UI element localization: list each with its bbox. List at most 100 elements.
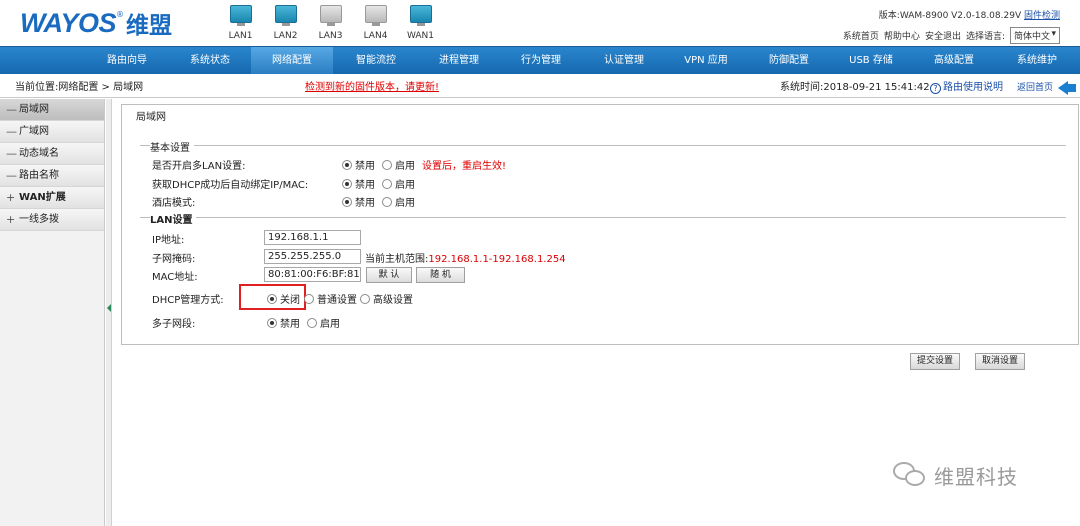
status-bar: 当前位置:网络配置 > 局域网 检测到新的固件版本，请更新! 系统时间:2018… xyxy=(0,78,1080,98)
sidebar-item-ddns[interactable]: — 动态域名 xyxy=(0,143,104,165)
port-lan3: LAN3 xyxy=(308,3,353,41)
sidebar-item-multi-dial[interactable]: + 一线多拨 xyxy=(0,209,104,231)
sidebar-splitter[interactable] xyxy=(106,99,112,526)
wechat-icon xyxy=(893,460,927,490)
sidebar-item-label: 广域网 xyxy=(19,125,49,137)
nav-auth-mgmt[interactable]: 认证管理 xyxy=(585,47,663,74)
back-arrow-tail-icon xyxy=(1068,84,1076,92)
cancel-button[interactable]: 取消设置 xyxy=(975,353,1025,370)
dhcp-off-radio[interactable]: 关闭 xyxy=(267,291,300,306)
sidebar-item-wan[interactable]: — 广域网 xyxy=(0,121,104,143)
dhcp-bind-disable-radio[interactable]: 禁用 xyxy=(342,176,375,191)
version-row: 版本:WAM-8900 V2.0-18.08.29V 固件检测 xyxy=(843,8,1060,22)
sidebar-item-wan-extend[interactable]: + WAN扩展 xyxy=(0,187,104,209)
ip-address-input[interactable]: 192.168.1.1 xyxy=(264,230,361,245)
nav-maintenance[interactable]: 系统维护 xyxy=(998,47,1076,74)
port-label: LAN2 xyxy=(273,31,298,41)
port-label: WAN1 xyxy=(406,31,435,41)
port-status-bar: LAN1 LAN2 LAN3 LAN4 WAN1 xyxy=(218,3,443,41)
port-label: LAN1 xyxy=(228,31,253,41)
firmware-update-alert[interactable]: 检测到新的固件版本，请更新! xyxy=(305,78,439,98)
nav-vpn[interactable]: VPN 应用 xyxy=(667,47,745,74)
ethernet-port-icon xyxy=(364,5,387,26)
radio-label: 启用 xyxy=(395,161,415,172)
radio-checked-icon xyxy=(267,317,277,328)
hotel-mode-disable-radio[interactable]: 禁用 xyxy=(342,194,375,209)
sidebar-item-label: 路由名称 xyxy=(19,169,59,181)
logout-link[interactable]: 安全退出 xyxy=(925,29,961,42)
radio-unchecked-icon xyxy=(307,317,317,328)
panel-title: 局域网 xyxy=(136,112,166,123)
radio-unchecked-icon xyxy=(382,178,392,189)
nav-behavior-mgmt[interactable]: 行为管理 xyxy=(502,47,580,74)
nav-process-mgmt[interactable]: 进程管理 xyxy=(420,47,498,74)
collapse-icon: — xyxy=(6,168,17,182)
radio-unchecked-icon xyxy=(304,293,314,304)
wayos-logo[interactable]: WAYOS ® 维盟 xyxy=(20,7,172,40)
help-center-link[interactable]: 帮助中心 xyxy=(884,29,920,42)
back-arrow-icon[interactable] xyxy=(1058,81,1068,95)
home-link[interactable]: 系统首页 xyxy=(843,29,879,42)
choose-language-label: 选择语言: xyxy=(965,32,1005,42)
mac-address-input[interactable]: 80:81:00:F6:BF:81 xyxy=(264,267,361,282)
nav-advanced[interactable]: 高级配置 xyxy=(915,47,993,74)
sidebar-item-lan[interactable]: — 局域网 xyxy=(0,99,104,121)
radio-label: 禁用 xyxy=(355,161,375,172)
sidebar: — 局域网 — 广域网 — 动态域名 — 路由名称 + WAN扩展 + 一线多拨 xyxy=(0,99,105,526)
multi-subnet-disable-radio[interactable]: 禁用 xyxy=(267,315,300,330)
port-label: LAN3 xyxy=(318,31,343,41)
nav-defense[interactable]: 防御配置 xyxy=(750,47,828,74)
subnet-mask-label: 子网掩码: xyxy=(152,254,196,265)
mac-default-button[interactable]: 默 认 xyxy=(366,267,412,283)
sidebar-item-label: 一线多拨 xyxy=(19,213,59,225)
host-range: 当前主机范围:192.168.1.1-192.168.1.254 xyxy=(365,250,566,265)
radio-checked-icon xyxy=(342,178,352,189)
nav-smart-flow[interactable]: 智能流控 xyxy=(337,47,415,74)
firmware-check-link[interactable]: 固件检测 xyxy=(1024,11,1060,21)
multi-subnet-enable-radio[interactable]: 启用 xyxy=(307,315,340,330)
dhcp-bind-enable-radio[interactable]: 启用 xyxy=(382,176,415,191)
radio-label: 启用 xyxy=(320,319,340,330)
multi-subnet-label: 多子网段: xyxy=(152,319,196,330)
ethernet-port-icon xyxy=(229,5,252,26)
radio-label: 高级设置 xyxy=(373,295,413,306)
hotel-mode-enable-radio[interactable]: 启用 xyxy=(382,194,415,209)
collapse-arrow-icon[interactable] xyxy=(107,304,111,312)
sidebar-item-router-name[interactable]: — 路由名称 xyxy=(0,165,104,187)
subnet-mask-input[interactable]: 255.255.255.0 xyxy=(264,249,361,264)
dhcp-advanced-radio[interactable]: 高级设置 xyxy=(360,291,413,306)
language-select[interactable]: 简体中文 ▾ xyxy=(1010,27,1060,44)
radio-label: 禁用 xyxy=(355,180,375,191)
back-home-link[interactable]: 返回首页 xyxy=(1017,78,1053,98)
logo-text-en: WAYOS xyxy=(20,7,117,38)
help-icon: ? xyxy=(930,82,941,94)
dhcp-normal-radio[interactable]: 普通设置 xyxy=(304,291,357,306)
nav-network-config[interactable]: 网络配置 xyxy=(251,47,333,74)
usage-guide-link[interactable]: ? 路由使用说明 xyxy=(930,78,1003,98)
collapse-icon: — xyxy=(6,124,17,138)
section-divider xyxy=(140,217,1066,218)
ip-address-label: IP地址: xyxy=(152,235,185,246)
dhcp-mode-label: DHCP管理方式: xyxy=(152,295,224,306)
multi-lan-disable-radio[interactable]: 禁用 xyxy=(342,157,375,172)
radio-label: 普通设置 xyxy=(317,295,357,306)
mac-random-button[interactable]: 随 机 xyxy=(416,267,465,283)
port-wan1: WAN1 xyxy=(398,3,443,41)
nav-route-wizard[interactable]: 路由向导 xyxy=(88,47,166,74)
sidebar-item-label: 动态域名 xyxy=(19,147,59,159)
submit-button[interactable]: 提交设置 xyxy=(910,353,960,370)
radio-label: 启用 xyxy=(395,180,415,191)
section-divider xyxy=(140,145,1066,146)
nav-system-status[interactable]: 系统状态 xyxy=(171,47,249,74)
radio-label: 关闭 xyxy=(280,295,300,306)
ethernet-port-icon xyxy=(274,5,297,26)
multi-lan-enable-radio[interactable]: 启用 xyxy=(382,157,415,172)
radio-checked-icon xyxy=(342,196,352,207)
header-right: 版本:WAM-8900 V2.0-18.08.29V 固件检测 系统首页 帮助中… xyxy=(843,8,1060,44)
host-range-value: 192.168.1.1-192.168.1.254 xyxy=(428,254,566,265)
nav-usb-storage[interactable]: USB 存储 xyxy=(832,47,910,74)
host-range-label: 当前主机范围: xyxy=(365,254,429,265)
radio-label: 启用 xyxy=(395,198,415,209)
system-time: 系统时间:2018-09-21 15:41:42 xyxy=(780,82,930,93)
chevron-down-icon: ▾ xyxy=(1051,29,1056,39)
